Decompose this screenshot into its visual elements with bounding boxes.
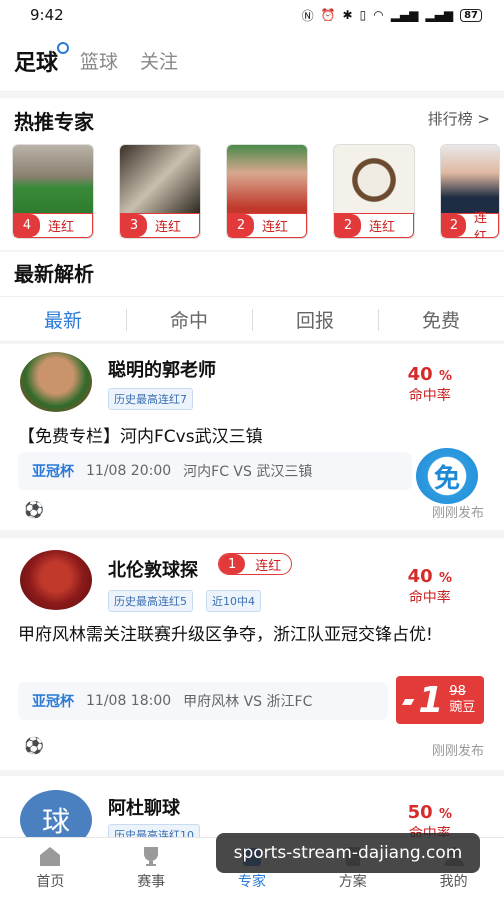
hit-rate: 40 % 命中率 — [407, 566, 452, 606]
expert-card[interactable]: 2 连红 — [440, 144, 500, 239]
tab-football[interactable]: 足球 — [14, 41, 70, 77]
tab-follow[interactable]: 关注 — [140, 47, 178, 74]
status-time: 9:42 — [30, 6, 64, 24]
price-badge[interactable]: ▰ 1 98 豌豆 — [396, 676, 484, 724]
expert-card[interactable]: 2 连红 — [226, 144, 308, 239]
expert-avatar — [20, 352, 92, 412]
match-info: 亚冠杯 11/08 18:00 甲府风林 VS 浙江FC — [18, 682, 388, 720]
filter-tabs: 最新 命中 回报 免费 — [0, 296, 504, 342]
expert-name: 聪明的郭老师 — [108, 360, 216, 381]
free-badge: 免 — [416, 448, 478, 504]
football-icon: ⚽ — [24, 500, 44, 519]
battery-icon: 87 — [460, 8, 482, 22]
signal-icon: ▂▄▆ — [390, 8, 419, 22]
latest-section: 最新解析 — [0, 252, 504, 296]
expert-avatar — [20, 550, 92, 610]
trophy-icon — [144, 847, 159, 866]
expert-card[interactable]: 2 连红 — [333, 144, 415, 239]
analysis-title: 甲府风林需关注联赛升级区争夺，浙江队亚冠交锋占优! — [18, 625, 433, 645]
nav-events[interactable]: 赛事 — [101, 838, 202, 897]
expert-name: 阿杜聊球 — [108, 798, 180, 819]
streak-badge: 2 连红 — [227, 213, 307, 238]
posted-time: 刚刚发布 — [431, 744, 484, 759]
nav-home[interactable]: 首页 — [0, 838, 101, 897]
hot-experts-section: 热推专家 排行榜 > 4 连红 3 连红 2 连红 2 连红 2 连红 — [0, 98, 504, 250]
streak-tag: 1 连红 — [218, 553, 293, 575]
alarm-icon: ⏰ — [320, 8, 336, 22]
record-chip: 历史最高连红10 — [108, 824, 200, 837]
expert-avatar: 球 — [20, 790, 92, 837]
tab-free[interactable]: 免费 — [378, 297, 504, 341]
status-icons: Ⓝ ⏰ ✱ ▯ ◠ ▂▄▆ ▂▄▆ 87 — [302, 7, 482, 24]
watermark-overlay: sports-stream-dajiang.com — [216, 833, 480, 873]
analysis-title: 【免费专栏】河内FCvs武汉三镇 — [18, 427, 263, 447]
tab-hit[interactable]: 命中 — [126, 297, 252, 341]
streak-badge: 2 连红 — [441, 211, 499, 238]
posted-time: 刚刚发布 — [431, 506, 484, 521]
streak-badge: 4 连红 — [13, 213, 93, 238]
record-chip: 历史最高连红7 — [108, 388, 193, 410]
expert-photo — [334, 145, 414, 215]
tab-return[interactable]: 回报 — [252, 297, 378, 341]
ticket-icon: ▰ — [402, 690, 415, 710]
expert-card[interactable]: 3 连红 — [119, 144, 201, 239]
hot-experts-title: 热推专家 — [14, 110, 94, 134]
analysis-card[interactable]: 聪明的郭老师 历史最高连红7 40 % 命中率 【免费专栏】河内FCvs武汉三镇… — [0, 344, 504, 530]
status-bar: 9:42 Ⓝ ⏰ ✱ ▯ ◠ ▂▄▆ ▂▄▆ 87 — [0, 0, 504, 30]
leaderboard-link[interactable]: 排行榜 > — [428, 108, 490, 129]
expert-photo — [227, 145, 307, 215]
expert-photo — [441, 145, 499, 215]
vibrate-icon: ▯ — [359, 8, 367, 22]
nfc-icon: Ⓝ — [301, 8, 314, 23]
streak-badge: 2 连红 — [334, 213, 414, 238]
analysis-card[interactable]: 北伦敦球探 1 连红 历史最高连红5 近10中4 40 % 命中率 甲府风林需关注… — [0, 538, 504, 770]
match-info: 亚冠杯 11/08 20:00 河内FC VS 武汉三镇 — [18, 452, 412, 490]
latest-title: 最新解析 — [14, 262, 94, 286]
bluetooth-icon: ✱ — [342, 8, 353, 22]
experts-row: 4 连红 3 连红 2 连红 2 连红 2 连红 — [12, 144, 500, 239]
record-chip: 历史最高连红5 — [108, 590, 193, 612]
tab-latest[interactable]: 最新 — [0, 297, 126, 341]
football-icon: ⚽ — [24, 736, 44, 755]
sport-tabs: 足球 篮球 关注 — [0, 30, 504, 92]
analysis-card[interactable]: 球 阿杜聊球 历史最高连红10 50 % 命中率 — [0, 776, 504, 837]
hit-rate: 40 % 命中率 — [407, 364, 452, 404]
wifi-icon: ◠ — [373, 8, 384, 22]
expert-name: 北伦敦球探 — [108, 560, 198, 581]
streak-badge: 3 连红 — [120, 213, 200, 238]
recent-chip: 近10中4 — [206, 590, 261, 612]
home-icon — [40, 847, 61, 866]
expert-photo — [13, 145, 93, 215]
expert-card[interactable]: 4 连红 — [12, 144, 94, 239]
expert-photo — [120, 145, 200, 215]
tab-basketball[interactable]: 篮球 — [80, 47, 118, 74]
signal-icon-2: ▂▄▆ — [425, 8, 454, 22]
hit-rate: 50 % 命中率 — [407, 802, 452, 837]
